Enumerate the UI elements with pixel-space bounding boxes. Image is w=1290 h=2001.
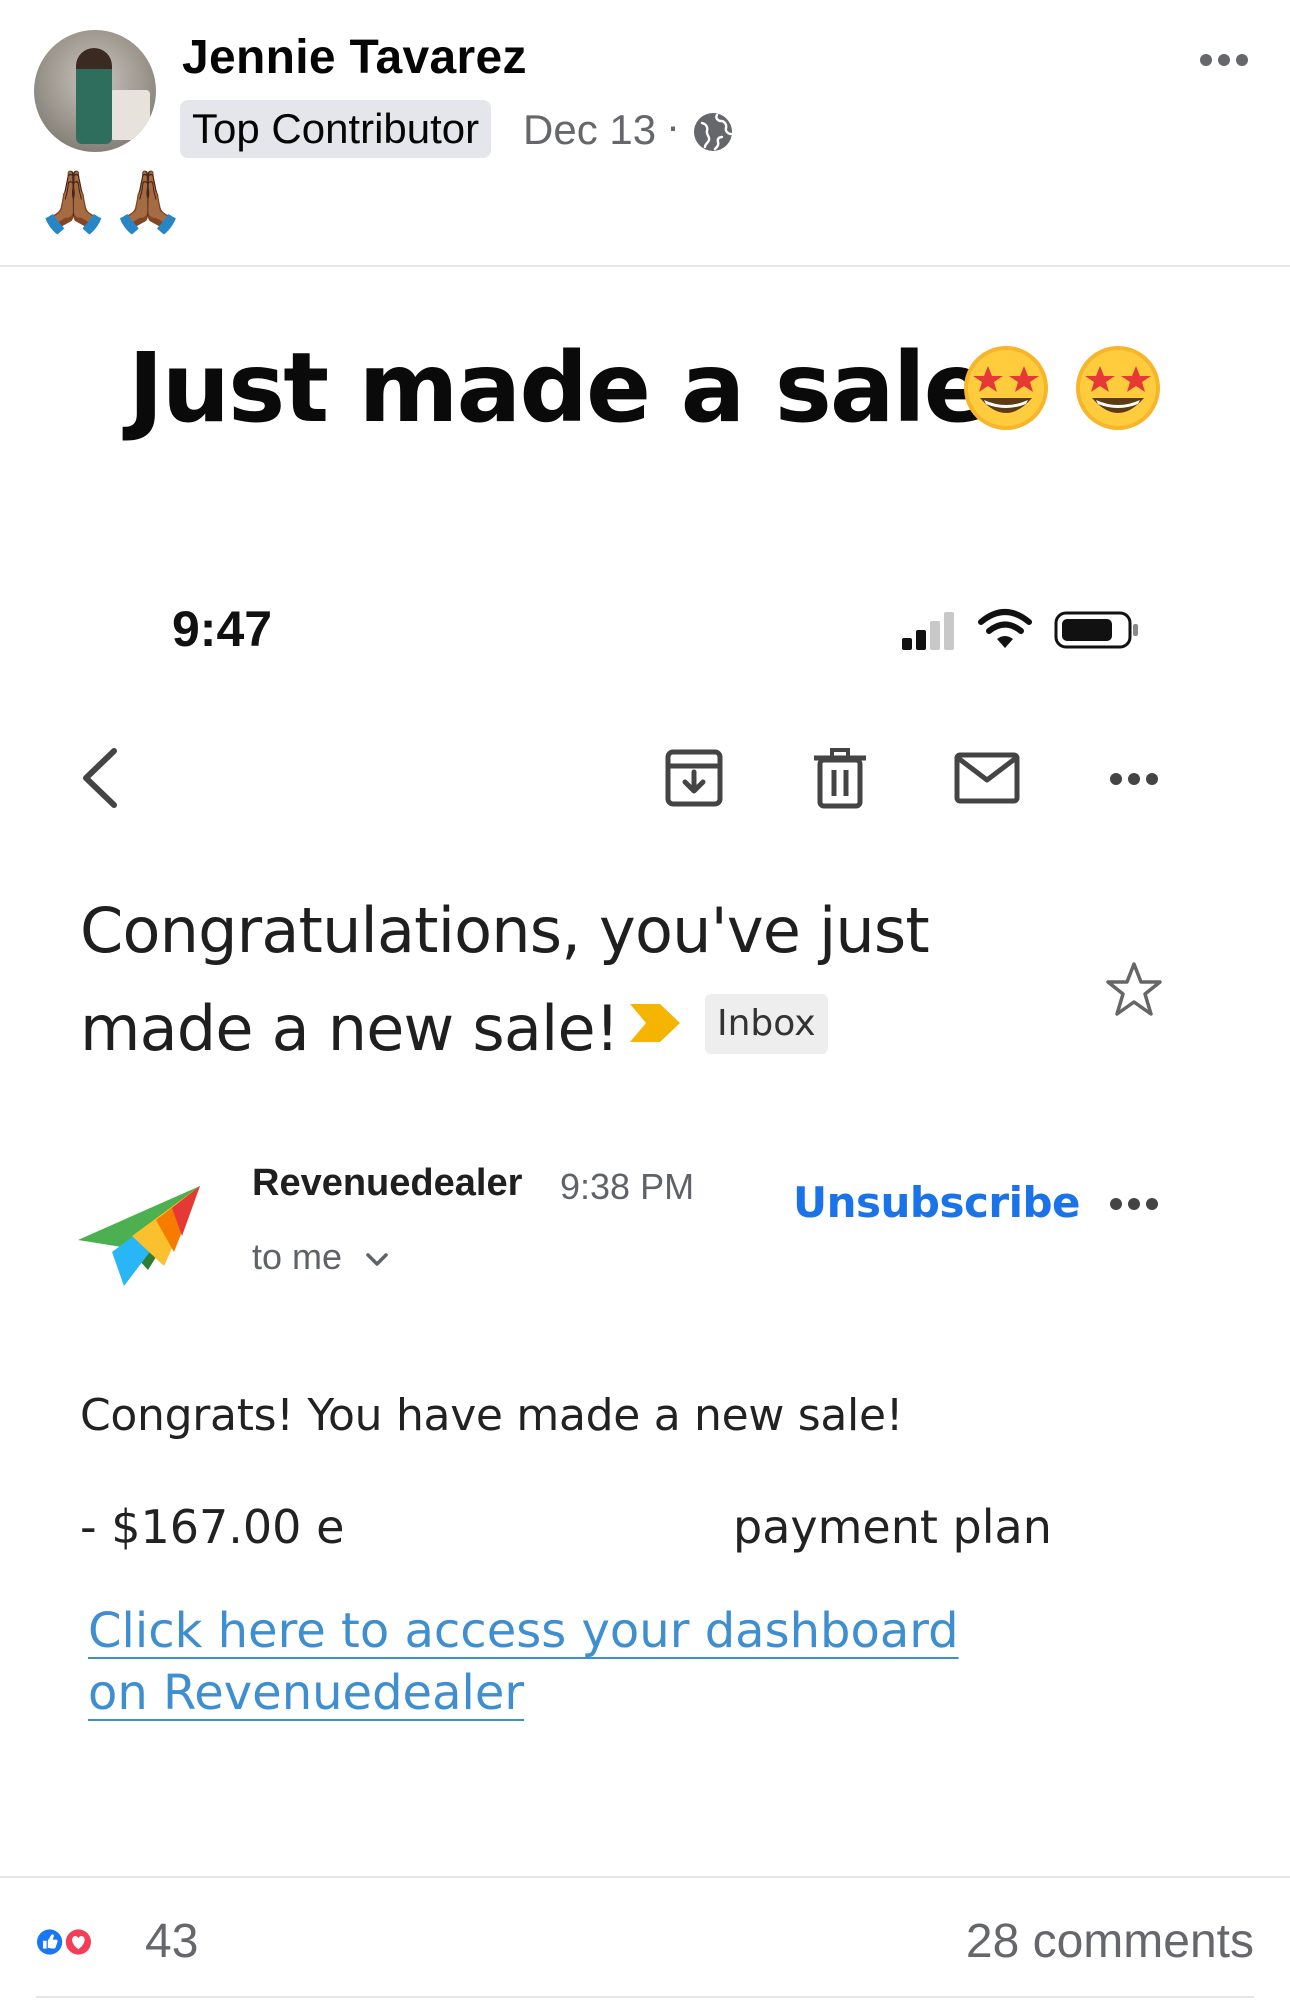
sender-name[interactable]: Revenuedealer [252,1162,522,1205]
mail-icon[interactable] [954,752,1020,804]
chevron-down-icon[interactable] [364,1250,390,1270]
unsubscribe-link[interactable]: Unsubscribe [793,1178,1081,1227]
image-bottom-divider [0,1876,1290,1878]
reaction-count[interactable]: 43 [145,1914,198,1969]
avatar[interactable] [34,30,156,152]
date-separator: · [666,102,680,149]
sender-logo [78,1186,200,1286]
cellular-signal-icon [902,612,954,650]
email-more-icon[interactable] [1108,765,1160,793]
archive-icon[interactable] [664,748,724,808]
payment-plan-text: payment plan [733,1500,1052,1554]
recipient-line[interactable]: to me [252,1236,342,1278]
post-header: Jennie Tavarez Top Contributor Dec 13 · … [0,0,1290,265]
author-name[interactable]: Jennie Tavarez [182,30,527,85]
sale-amount-line: - $167.00 e [80,1500,344,1554]
sender-time: 9:38 PM [560,1166,695,1207]
post-date[interactable]: Dec 13 [523,106,656,154]
more-options-icon[interactable] [1196,40,1252,80]
inbox-label[interactable]: Inbox [705,994,828,1054]
message-more-icon[interactable] [1108,1190,1160,1218]
star-struck-emoji-icon [964,346,1048,430]
dashboard-link-line1[interactable]: Click here to access your dashboard [88,1603,959,1659]
post-text-emojis: 🙏🏾🙏🏾 [36,168,186,235]
trash-icon[interactable] [812,748,868,810]
image-heading: Just made a sale [128,332,989,444]
email-subject: Congratulations, you've just made a new … [80,894,930,1065]
top-contributor-badge[interactable]: Top Contributor [180,100,492,158]
important-marker-icon[interactable] [628,1000,684,1046]
email-body-line: Congrats! You have made a new sale! [80,1390,904,1441]
footer-divider [36,1996,1254,1998]
sale-amount: - $167.00 [80,1500,317,1554]
star-icon[interactable] [1104,960,1164,1020]
reactions-icon[interactable] [34,1916,94,1968]
wifi-icon [978,609,1032,648]
dashboard-link-line2[interactable]: on Revenuedealer [88,1665,524,1721]
star-struck-emoji-icon [1076,346,1160,430]
back-arrow-icon[interactable] [74,745,126,811]
status-bar-time: 9:47 [172,601,273,657]
battery-icon [1054,611,1138,649]
globe-icon [694,113,733,151]
dashboard-link[interactable]: Click here to access your dashboard on R… [88,1600,968,1724]
sale-amount-partial: e [316,1500,345,1554]
comment-count[interactable]: 28 comments [966,1914,1254,1969]
